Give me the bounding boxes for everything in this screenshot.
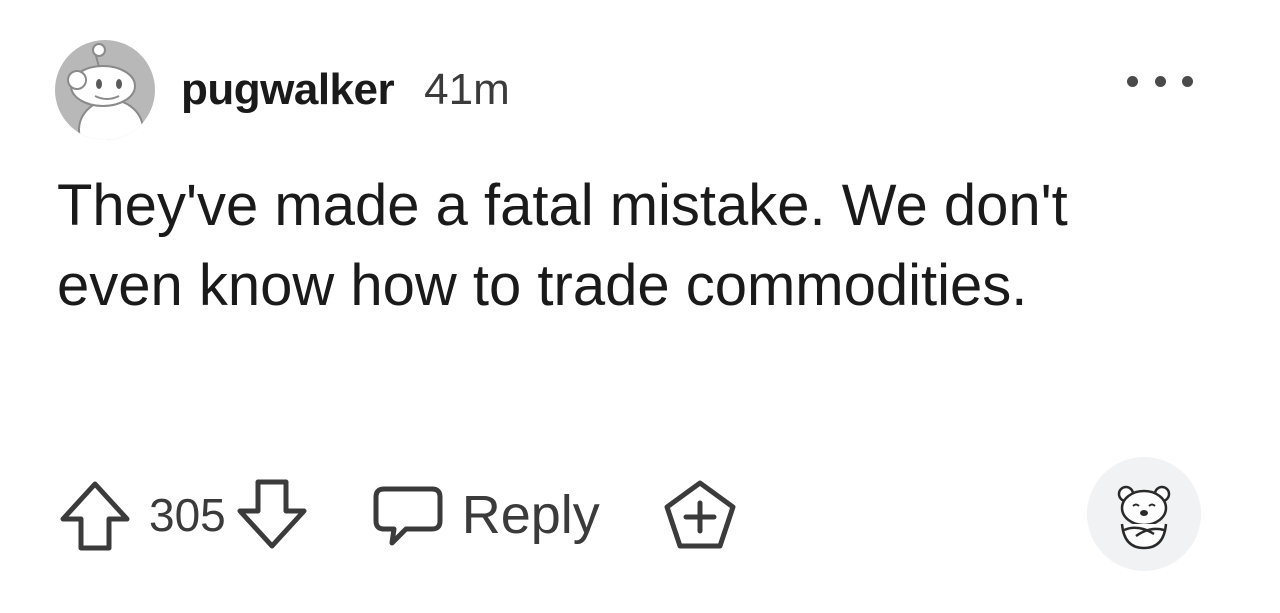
upvote-arrow-icon [60,481,130,551]
comment: pugwalker 41m They've made a fatal mista… [0,0,1280,613]
user-avatar[interactable] [55,40,155,140]
more-options-button[interactable] [1127,66,1193,96]
more-options-icon [1127,75,1138,87]
reply-label: Reply [461,485,600,545]
upvote-button[interactable] [55,475,135,555]
snoo-avatar-icon [67,43,144,140]
speech-bubble-icon [373,486,443,546]
reply-button[interactable]: Reply [370,477,600,553]
award-plus-icon [664,480,736,549]
downvote-arrow-icon [237,479,307,549]
username[interactable]: pugwalker [181,65,395,115]
vote-score: 305 [149,489,226,541]
comment-actions: 305 Reply [55,470,740,560]
more-options-icon [1182,75,1193,87]
comment-body: They've made a fatal mistake. We don't e… [57,173,1068,318]
timestamp: 41m [424,65,510,114]
more-options-icon [1154,75,1166,87]
downvote-button[interactable] [232,475,312,555]
reaction-button[interactable] [1087,457,1201,571]
award-button[interactable] [660,475,740,555]
comment-header: pugwalker 41m [55,40,510,140]
polar-bear-icon [1117,485,1171,550]
